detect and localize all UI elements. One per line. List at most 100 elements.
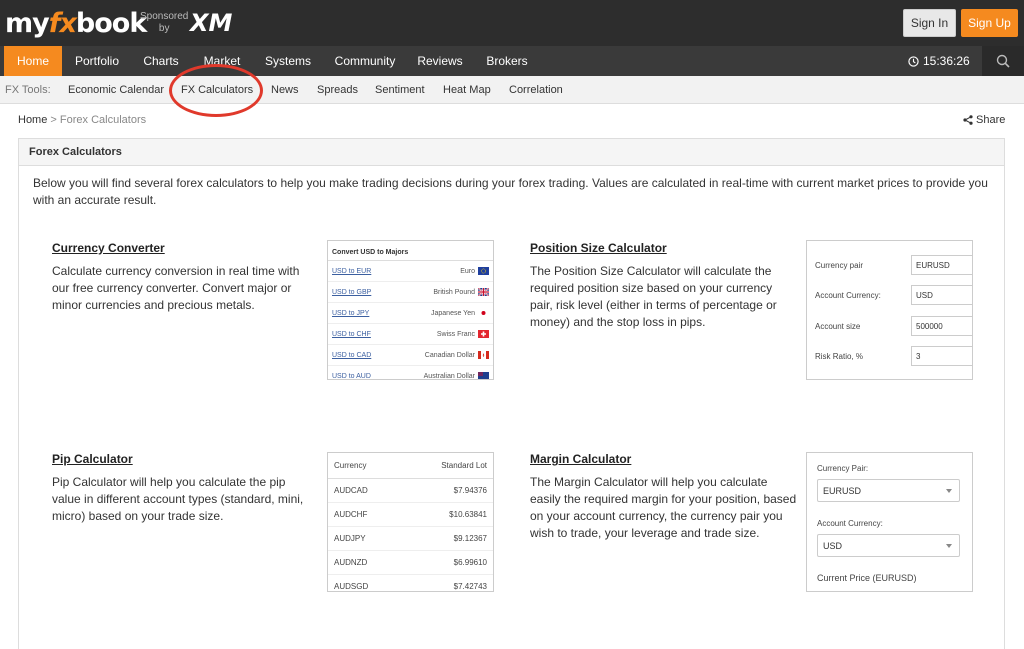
forex-calculators-panel: Forex Calculators Below you will find se… — [18, 138, 1005, 649]
conversion-link[interactable]: USD to JPY — [332, 310, 369, 317]
myfxbook-logo[interactable]: myfxbook — [5, 7, 147, 39]
table-row: AUDSGD $7.42743 — [328, 575, 493, 591]
currency-pair-select[interactable]: EURUSD — [817, 479, 960, 502]
top-bar: myfxbook Sponsored by XM Sign In Sign Up — [0, 0, 1024, 46]
list-item: USD to GBP British Pound — [328, 282, 493, 303]
panel-title: Forex Calculators — [19, 139, 1004, 166]
conversion-link[interactable]: USD to GBP — [332, 289, 371, 296]
table-row: AUDJPY $9.12367 — [328, 527, 493, 551]
subnav-news[interactable]: News — [271, 76, 299, 104]
field-label: Currency pair — [815, 261, 864, 270]
nav-community[interactable]: Community — [330, 46, 400, 76]
nav-brokers[interactable]: Brokers — [480, 46, 534, 76]
currency-name: Euro — [460, 267, 475, 275]
currency-name: Canadian Dollar — [424, 351, 475, 359]
currency-name: Japanese Yen — [431, 309, 475, 317]
nav-home[interactable]: Home — [4, 46, 62, 76]
position-size-calculator-link[interactable]: Position Size Calculator — [530, 241, 667, 255]
currency-converter-desc: Calculate currency conversion in real ti… — [52, 264, 300, 312]
table-header: Currency Standard Lot — [328, 453, 493, 479]
margin-calculator-desc: The Margin Calculator will help you calc… — [530, 475, 797, 540]
field-label: Account size — [815, 322, 861, 331]
margin-calculator-preview[interactable]: Currency Pair: EURUSD Account Currency: … — [806, 452, 973, 592]
table-row: AUDNZD $6.99610 — [328, 551, 493, 575]
account-currency-select[interactable]: USD — [817, 534, 960, 557]
pip-calculator-link[interactable]: Pip Calculator — [52, 452, 133, 466]
list-item: USD to CHF Swiss Franc — [328, 324, 493, 345]
list-item: USD to JPY Japanese Yen — [328, 303, 493, 324]
field-label: Risk Ratio, % — [815, 352, 864, 361]
jp-flag-icon — [478, 309, 489, 317]
share-button[interactable]: Share — [963, 114, 1005, 126]
column-header-currency: Currency — [334, 461, 367, 470]
field-label: Account Currency: — [815, 291, 881, 300]
currency-name: Swiss Franc — [436, 330, 475, 338]
position-size-desc: The Position Size Calculator will calcul… — [530, 264, 777, 329]
logo-text: myfxbook — [5, 7, 147, 39]
conversion-link[interactable]: USD to AUD — [332, 373, 371, 380]
nav-portfolio[interactable]: Portfolio — [68, 46, 126, 76]
list-item: USD to CAD Canadian Dollar — [328, 345, 493, 366]
nav-systems[interactable]: Systems — [258, 46, 318, 76]
account-currency-input[interactable]: USD — [911, 285, 972, 305]
currency-converter-link[interactable]: Currency Converter — [52, 241, 165, 255]
preview-title: Convert USD to Majors — [328, 241, 493, 261]
clock-icon — [908, 55, 919, 67]
pip-calculator-desc: Pip Calculator will help you calculate t… — [52, 475, 304, 523]
currency-pair-label: Currency Pair: — [817, 464, 869, 473]
list-item: USD to AUD Australian Dollar — [328, 366, 493, 380]
pip-calculator-preview[interactable]: Currency Standard Lot AUDCAD $7.94376 AUD… — [327, 452, 494, 592]
list-item: USD to EUR Euro — [328, 261, 493, 282]
au-flag-icon — [478, 372, 489, 379]
currency-name: British Pound — [433, 288, 475, 296]
fx-tools-label: FX Tools: — [5, 84, 51, 96]
risk-ratio-input[interactable]: 3 — [911, 346, 972, 366]
subnav-economic-calendar[interactable]: Economic Calendar — [68, 76, 164, 104]
search-icon — [996, 54, 1010, 68]
breadcrumb: Home > Forex Calculators — [18, 114, 146, 126]
position-size-preview[interactable]: Currency pair EURUSD Account Currency: U… — [806, 240, 973, 380]
conversion-link[interactable]: USD to CHF — [332, 331, 371, 338]
currency-converter-preview[interactable]: Convert USD to Majors USD to EUR Euro US… — [327, 240, 494, 380]
eu-flag-icon — [478, 267, 489, 275]
currency-pair-input[interactable]: EURUSD — [911, 255, 972, 275]
nav-reviews[interactable]: Reviews — [412, 46, 468, 76]
breadcrumb-home[interactable]: Home — [18, 114, 47, 126]
currency-name: Australian Dollar — [423, 372, 475, 380]
sponsored-label: Sponsored by — [140, 11, 189, 34]
panel-intro: Below you will find several forex calcul… — [33, 176, 988, 207]
table-row: AUDCHF $10.63841 — [328, 503, 493, 527]
clock: 15:36:26 — [908, 46, 970, 76]
share-icon — [963, 115, 973, 125]
conversion-link[interactable]: USD to EUR — [332, 268, 371, 275]
main-nav: Home Portfolio Charts Market Systems Com… — [0, 46, 1024, 76]
account-currency-label: Account Currency: — [817, 519, 883, 528]
conversion-link[interactable]: USD to CAD — [332, 352, 371, 359]
subnav-heat-map[interactable]: Heat Map — [443, 76, 491, 104]
share-label: Share — [976, 114, 1006, 126]
chevron-down-icon — [946, 489, 952, 493]
chevron-down-icon — [946, 544, 952, 548]
column-header-standard-lot: Standard Lot — [441, 461, 487, 470]
account-size-input[interactable]: 500000 — [911, 316, 972, 336]
xm-logo[interactable]: XM — [190, 9, 232, 37]
sign-up-button[interactable]: Sign Up — [961, 9, 1018, 37]
ch-flag-icon — [478, 330, 489, 338]
subnav-correlation[interactable]: Correlation — [509, 76, 563, 104]
subnav-spreads[interactable]: Spreads — [317, 76, 358, 104]
nav-market[interactable]: Market — [196, 46, 248, 76]
search-button[interactable] — [982, 46, 1024, 76]
table-row: AUDCAD $7.94376 — [328, 479, 493, 503]
fx-tools-nav: FX Tools: Economic Calendar FX Calculato… — [0, 76, 1024, 104]
clock-time: 15:36:26 — [923, 54, 970, 68]
gb-flag-icon — [478, 288, 489, 296]
nav-charts[interactable]: Charts — [136, 46, 186, 76]
current-price-label: Current Price (EURUSD) — [817, 573, 917, 583]
sign-in-button[interactable]: Sign In — [903, 9, 956, 37]
breadcrumb-separator: > — [50, 114, 57, 126]
margin-calculator-link[interactable]: Margin Calculator — [530, 452, 631, 466]
breadcrumb-current: Forex Calculators — [59, 114, 147, 126]
subnav-sentiment[interactable]: Sentiment — [375, 76, 425, 104]
subnav-fx-calculators[interactable]: FX Calculators — [181, 76, 253, 104]
ca-flag-icon — [478, 351, 489, 359]
